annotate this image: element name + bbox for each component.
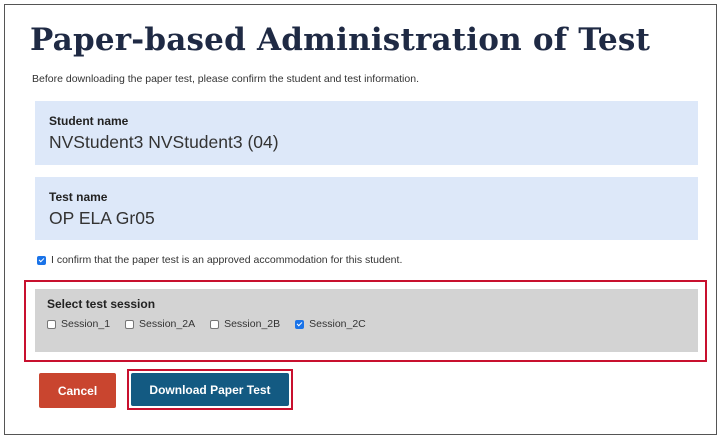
page-title: Paper-based Administration of Test: [30, 22, 651, 58]
session-2b-checkbox[interactable]: [210, 319, 220, 329]
session-1-checkbox[interactable]: [47, 319, 56, 329]
session-option-2b[interactable]: Session_2B: [210, 318, 280, 330]
session-option-2a[interactable]: Session_2A: [125, 318, 195, 330]
test-name-value: OP ELA Gr05: [49, 208, 155, 228]
session-2b-label: Session_2B: [224, 318, 281, 330]
session-1-label: Session_1: [61, 318, 111, 330]
test-name-label: Test name: [49, 190, 108, 204]
test-session-options: Session_1 Session_2A Session_2B Session_…: [47, 318, 698, 330]
session-2c-checkbox[interactable]: [295, 319, 305, 329]
test-info-box: Test name OP ELA Gr05: [35, 177, 698, 240]
test-session-panel: Select test session Session_1 Session_2A…: [35, 289, 698, 352]
page-subtitle: Before downloading the paper test, pleas…: [32, 73, 419, 85]
session-2a-checkbox[interactable]: [125, 319, 135, 329]
session-option-2c[interactable]: Session_2C: [295, 318, 366, 330]
confirm-accommodation-label: I confirm that the paper test is an appr…: [51, 254, 403, 266]
confirm-accommodation-checkbox[interactable]: [37, 255, 46, 265]
cancel-button[interactable]: Cancel: [39, 373, 116, 408]
student-name-label: Student name: [49, 114, 129, 128]
test-session-label: Select test session: [47, 297, 156, 311]
session-option-1[interactable]: Session_1: [47, 318, 110, 330]
session-2c-label: Session_2C: [309, 318, 366, 330]
session-2a-label: Session_2A: [139, 318, 196, 330]
student-name-value: NVStudent3 NVStudent3 (04): [49, 132, 279, 152]
download-paper-test-button[interactable]: Download Paper Test: [131, 373, 289, 406]
student-info-box: Student name NVStudent3 NVStudent3 (04): [35, 101, 698, 165]
confirm-accommodation-row[interactable]: I confirm that the paper test is an appr…: [37, 254, 402, 266]
